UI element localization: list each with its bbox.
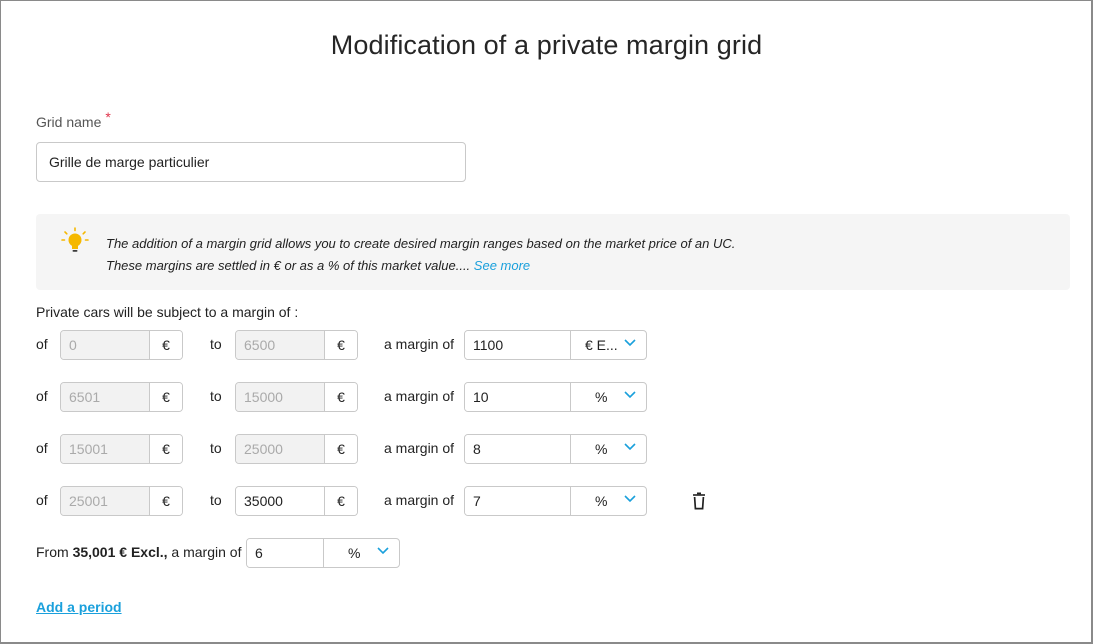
to-field: € [235, 382, 358, 412]
final-margin-unit-select[interactable]: % [323, 539, 399, 567]
to-unit: € [324, 487, 357, 515]
margin-row: of € to € a margin of € E... [0, 330, 1093, 360]
from-input [61, 331, 149, 359]
to-label: to [210, 440, 222, 456]
from-unit: € [149, 383, 182, 411]
from-unit: € [149, 487, 182, 515]
chevron-down-icon [624, 339, 636, 347]
required-mark: * [105, 109, 111, 125]
final-margin-input[interactable] [247, 539, 323, 567]
info-text: The addition of a margin grid allows you… [106, 236, 736, 273]
subject-label: Private cars will be subject to a margin… [36, 304, 299, 320]
from-field: € [60, 330, 183, 360]
margin-unit-select[interactable]: % [570, 487, 646, 515]
a-margin-of-label: a margin of [384, 336, 455, 352]
a-margin-of-label: a margin of [384, 388, 455, 404]
margin-unit-select[interactable]: % [570, 383, 646, 411]
info-box: The addition of a margin grid allows you… [36, 214, 1070, 290]
from-field: € [60, 382, 183, 412]
to-input [236, 383, 324, 411]
margin-input[interactable] [465, 435, 570, 463]
margin-field: % [464, 486, 647, 516]
to-label: to [210, 388, 222, 404]
from-unit: € [149, 331, 182, 359]
margin-input[interactable] [465, 331, 570, 359]
grid-name-label: Grid name * [36, 109, 111, 130]
of-label: of [36, 336, 48, 352]
of-label: of [36, 388, 48, 404]
chevron-down-icon [624, 443, 636, 451]
margin-field: % [464, 382, 647, 412]
of-label: of [36, 492, 48, 508]
margin-row: of € to € a margin of % [0, 434, 1093, 464]
lightbulb-icon [61, 227, 89, 252]
to-label: to [210, 336, 222, 352]
to-field: € [235, 486, 358, 516]
from-field: € [60, 434, 183, 464]
to-field: € [235, 330, 358, 360]
to-unit: € [324, 435, 357, 463]
to-field: € [235, 434, 358, 464]
margin-row: of € to € a margin of % [0, 382, 1093, 412]
to-input[interactable] [236, 487, 324, 515]
page-title: Modification of a private margin grid [330, 30, 763, 60]
margin-unit-select[interactable]: % [570, 435, 646, 463]
trash-icon[interactable] [692, 492, 706, 510]
margin-input[interactable] [465, 487, 570, 515]
final-margin-label: From 35,001 € Excl., a margin of [36, 544, 242, 560]
margin-row: of € to € a margin of % [0, 486, 1093, 516]
a-margin-of-label: a margin of [384, 492, 455, 508]
a-margin-of-label: a margin of [384, 440, 455, 456]
add-period-link[interactable]: Add a period [36, 599, 122, 615]
margin-unit-value: % [595, 493, 608, 509]
final-margin-field: % [246, 538, 400, 568]
chevron-down-icon [624, 391, 636, 399]
to-label: to [210, 492, 222, 508]
grid-name-input[interactable] [36, 142, 466, 182]
margin-unit-select[interactable]: € E... [570, 331, 646, 359]
to-input [236, 331, 324, 359]
to-input [236, 435, 324, 463]
margin-unit-value: % [595, 441, 608, 457]
from-unit: € [149, 435, 182, 463]
from-input [61, 435, 149, 463]
from-field: € [60, 486, 183, 516]
margin-unit-value: € E... [585, 337, 618, 353]
margin-field: % [464, 434, 647, 464]
see-more-link[interactable]: See more [474, 258, 530, 273]
to-unit: € [324, 383, 357, 411]
of-label: of [36, 440, 48, 456]
final-margin-row: From 35,001 € Excl., a margin of % [0, 538, 1093, 568]
margin-input[interactable] [465, 383, 570, 411]
from-input [61, 383, 149, 411]
to-unit: € [324, 331, 357, 359]
chevron-down-icon [624, 495, 636, 503]
chevron-down-icon [377, 547, 389, 555]
from-input [61, 487, 149, 515]
margin-unit-value: % [348, 545, 361, 561]
margin-field: € E... [464, 330, 647, 360]
margin-unit-value: % [595, 389, 608, 405]
